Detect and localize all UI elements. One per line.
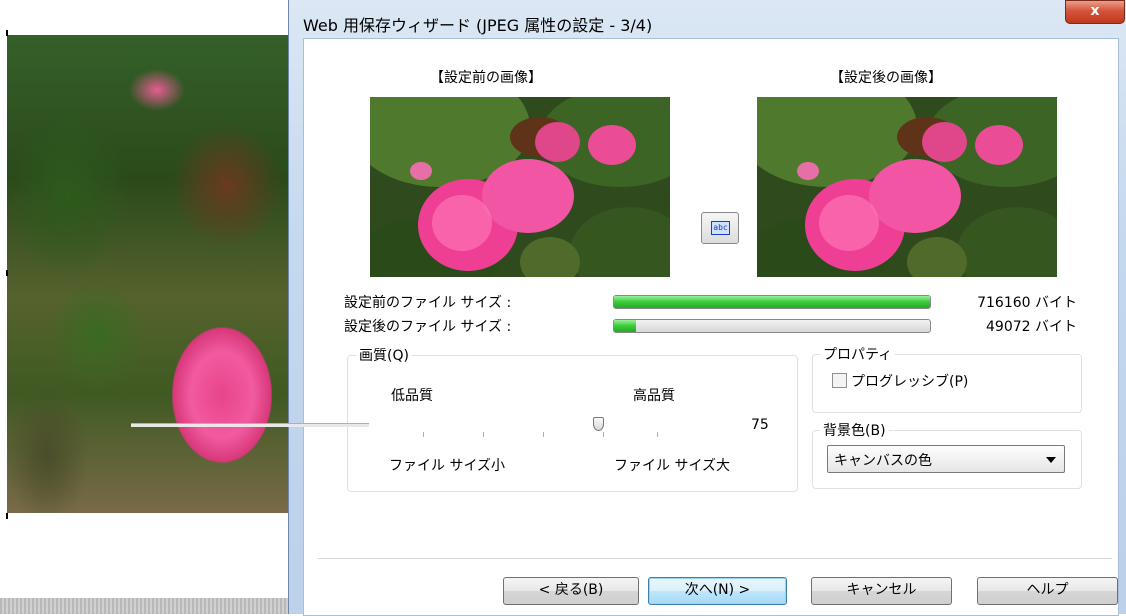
progressive-label[interactable]: プログレッシブ(P) (851, 371, 968, 391)
after-size-label: 設定後のファイル サイズ : (344, 319, 512, 335)
quality-slider-thumb[interactable] (592, 417, 604, 431)
title-bar: Web 用保存ウィザード (JPEG 属性の設定 - 3/4) x (289, 0, 1126, 38)
before-size-bar (613, 295, 931, 309)
low-quality-label: 低品質 (391, 388, 433, 404)
after-size-bar-fill (614, 320, 636, 332)
properties-group-title-text: プロパティ (823, 347, 893, 363)
slider-tick (603, 432, 604, 437)
before-size-label: 設定前のファイル サイズ : (344, 295, 512, 311)
edge-mark (6, 270, 8, 276)
background-photo (7, 35, 295, 513)
large-file-size-label: ファイル サイズ大 (614, 458, 731, 474)
quality-group-title-text: 画質(Q) (359, 348, 409, 364)
before-image-preview (370, 97, 670, 277)
before-size-bar-fill (614, 296, 930, 308)
after-size-bar (613, 319, 931, 333)
background-color-select[interactable]: キャンバスの色 (827, 445, 1065, 473)
next-button[interactable]: 次へ(N) > (648, 577, 787, 605)
cancel-button[interactable]: キャンセル (811, 577, 952, 605)
after-image-preview (757, 97, 1057, 277)
compare-toggle-button[interactable]: abc (701, 212, 739, 244)
progressive-checkbox[interactable] (832, 373, 847, 388)
background-color-select-value: キャンバスの色 (834, 453, 932, 469)
properties-group-title: プロパティ (820, 344, 896, 364)
slider-tick (543, 432, 544, 437)
high-quality-label: 高品質 (633, 388, 675, 404)
window-title: Web 用保存ウィザード (JPEG 属性の設定 - 3/4) (303, 16, 653, 35)
background-strip (0, 598, 295, 614)
help-button[interactable]: ヘルプ (977, 577, 1118, 605)
before-size-value: 716160 バイト (977, 295, 1077, 311)
quality-slider-track[interactable] (131, 423, 369, 427)
edge-mark (6, 30, 8, 36)
background-color-group-title-text: 背景色(B) (823, 423, 886, 439)
after-image-caption: 【設定後の画像】 (830, 70, 942, 86)
button-separator (318, 558, 1112, 559)
small-file-size-label: ファイル サイズ小 (389, 458, 506, 474)
background-color-group-title: 背景色(B) (820, 420, 889, 440)
before-image-caption: 【設定前の画像】 (430, 70, 542, 86)
close-button[interactable]: x (1065, 0, 1125, 24)
web-save-wizard-dialog: Web 用保存ウィザード (JPEG 属性の設定 - 3/4) x 【設定前の画… (288, 0, 1126, 616)
dialog-content: 【設定前の画像】 【設定後の画像】 abc 設定前のファイル サイズ: 716… (303, 38, 1119, 616)
quality-value: 75 (751, 417, 769, 433)
back-button[interactable]: < 戻る(B) (503, 577, 639, 605)
slider-tick (423, 432, 424, 437)
abc-icon: abc (711, 221, 730, 235)
slider-tick (483, 432, 484, 437)
quality-group-title: 画質(Q) (356, 345, 412, 365)
after-size-value: 49072 バイト (986, 319, 1077, 335)
slider-tick (657, 432, 658, 437)
chevron-down-icon (1046, 457, 1056, 463)
edge-mark (6, 513, 8, 519)
